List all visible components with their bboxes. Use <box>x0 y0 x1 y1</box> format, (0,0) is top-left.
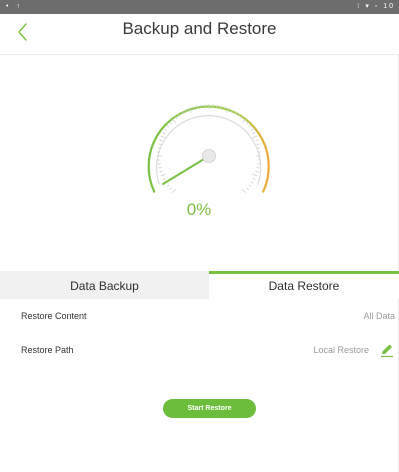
gauge-tick <box>158 143 162 145</box>
restore-path-value: Local Restore <box>313 345 369 355</box>
gauge-tick <box>250 128 254 131</box>
gauge-tick <box>171 118 177 124</box>
gauge-tick <box>252 173 258 177</box>
status-left-icons: • ↑ <box>6 3 23 10</box>
gauge-tick <box>162 132 166 135</box>
gauge-tick <box>164 128 168 131</box>
gauge-needle <box>162 155 210 185</box>
gauge-tick <box>246 187 249 191</box>
tab-data-restore[interactable]: Data Restore <box>209 271 399 299</box>
start-restore-button[interactable]: Start Restore <box>163 399 256 418</box>
gauge-tick <box>246 121 249 125</box>
gauge-tick <box>252 135 258 139</box>
gauge-tick <box>250 181 254 184</box>
restore-path-row[interactable]: Restore Path Local Restore <box>0 339 399 361</box>
gauge-tick <box>248 125 252 128</box>
gauge-tick <box>256 143 260 145</box>
status-right-icons: ⁝ ▾ ◦ 10 <box>357 3 395 10</box>
tab-bar: Data Backup Data Restore <box>0 271 399 299</box>
restore-content-label: Restore Content <box>21 311 87 321</box>
gauge-tick <box>252 132 256 135</box>
tab-data-backup[interactable]: Data Backup <box>0 271 209 299</box>
gauge-tick <box>166 184 170 187</box>
gauge-tick <box>166 125 170 128</box>
app-bar: Backup and Restore <box>0 14 399 55</box>
status-bar: • ↑ ⁝ ▾ ◦ 10 <box>0 0 399 14</box>
gauge-tick <box>248 184 252 187</box>
pencil-icon <box>381 344 393 358</box>
edit-path-button[interactable] <box>379 342 395 358</box>
gauge-tick <box>171 188 177 194</box>
gauge-tick <box>241 188 247 194</box>
gauge-tick <box>169 121 172 125</box>
backup-restore-screen: • ↑ ⁝ ▾ ◦ 10 Backup and Restore 0% Data … <box>0 0 399 472</box>
progress-percent: 0% <box>186 200 212 219</box>
gauge-tick <box>162 177 166 180</box>
gauge-tick <box>256 167 260 169</box>
gauge-hub <box>202 149 216 163</box>
gauge-tick <box>160 135 166 139</box>
restore-path-label: Restore Path <box>21 345 74 355</box>
restore-content-value: All Data <box>363 311 395 321</box>
gauge-graphic <box>147 104 270 194</box>
gauge-tick <box>160 173 166 177</box>
gauge-tick <box>159 139 163 142</box>
restore-content-row[interactable]: Restore Content All Data <box>0 305 399 327</box>
gauge-tick <box>252 177 256 180</box>
gauge-tick <box>255 139 259 142</box>
gauge-tick <box>169 187 172 191</box>
gauge-tick <box>241 118 247 124</box>
page-title: Backup and Restore <box>122 19 277 38</box>
progress-gauge <box>130 88 280 208</box>
gauge-tick <box>255 170 259 173</box>
gauge-tick <box>159 170 163 173</box>
gauge-tick <box>158 167 162 169</box>
